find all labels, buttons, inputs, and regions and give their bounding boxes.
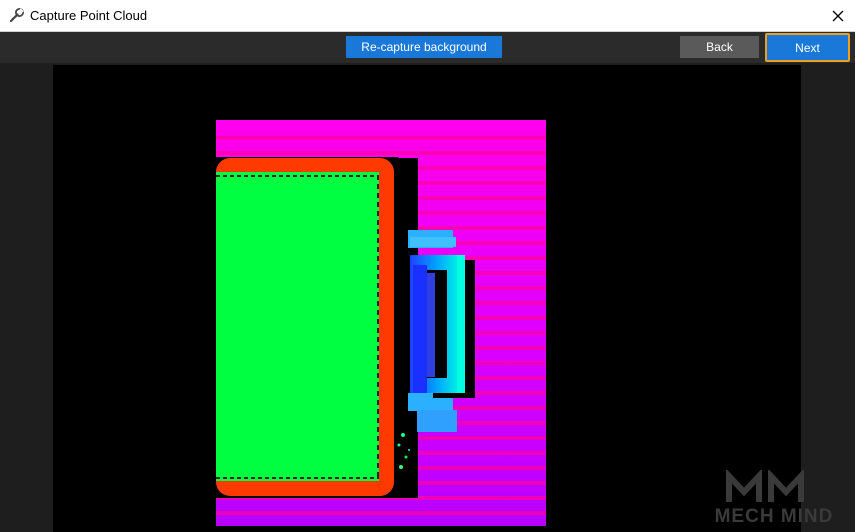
mech-mind-watermark: MECH MIND xyxy=(699,468,849,528)
next-button[interactable]: Next xyxy=(765,33,850,62)
close-icon xyxy=(832,10,844,21)
point-cloud-viewport[interactable]: MECH MIND xyxy=(0,63,855,532)
watermark-text: MECH MIND xyxy=(714,506,834,527)
toolbar: Re-capture background Back Next xyxy=(0,32,855,63)
close-button[interactable] xyxy=(821,0,855,31)
title-bar: Capture Point Cloud xyxy=(0,0,855,32)
window-title: Capture Point Cloud xyxy=(30,8,148,23)
point-cloud-image xyxy=(216,120,546,526)
wrench-icon xyxy=(9,8,24,23)
back-button[interactable]: Back xyxy=(680,36,759,58)
mech-mind-logo-icon xyxy=(726,468,804,502)
point-cloud-canvas[interactable] xyxy=(53,65,801,532)
recapture-background-button[interactable]: Re-capture background xyxy=(346,36,502,58)
